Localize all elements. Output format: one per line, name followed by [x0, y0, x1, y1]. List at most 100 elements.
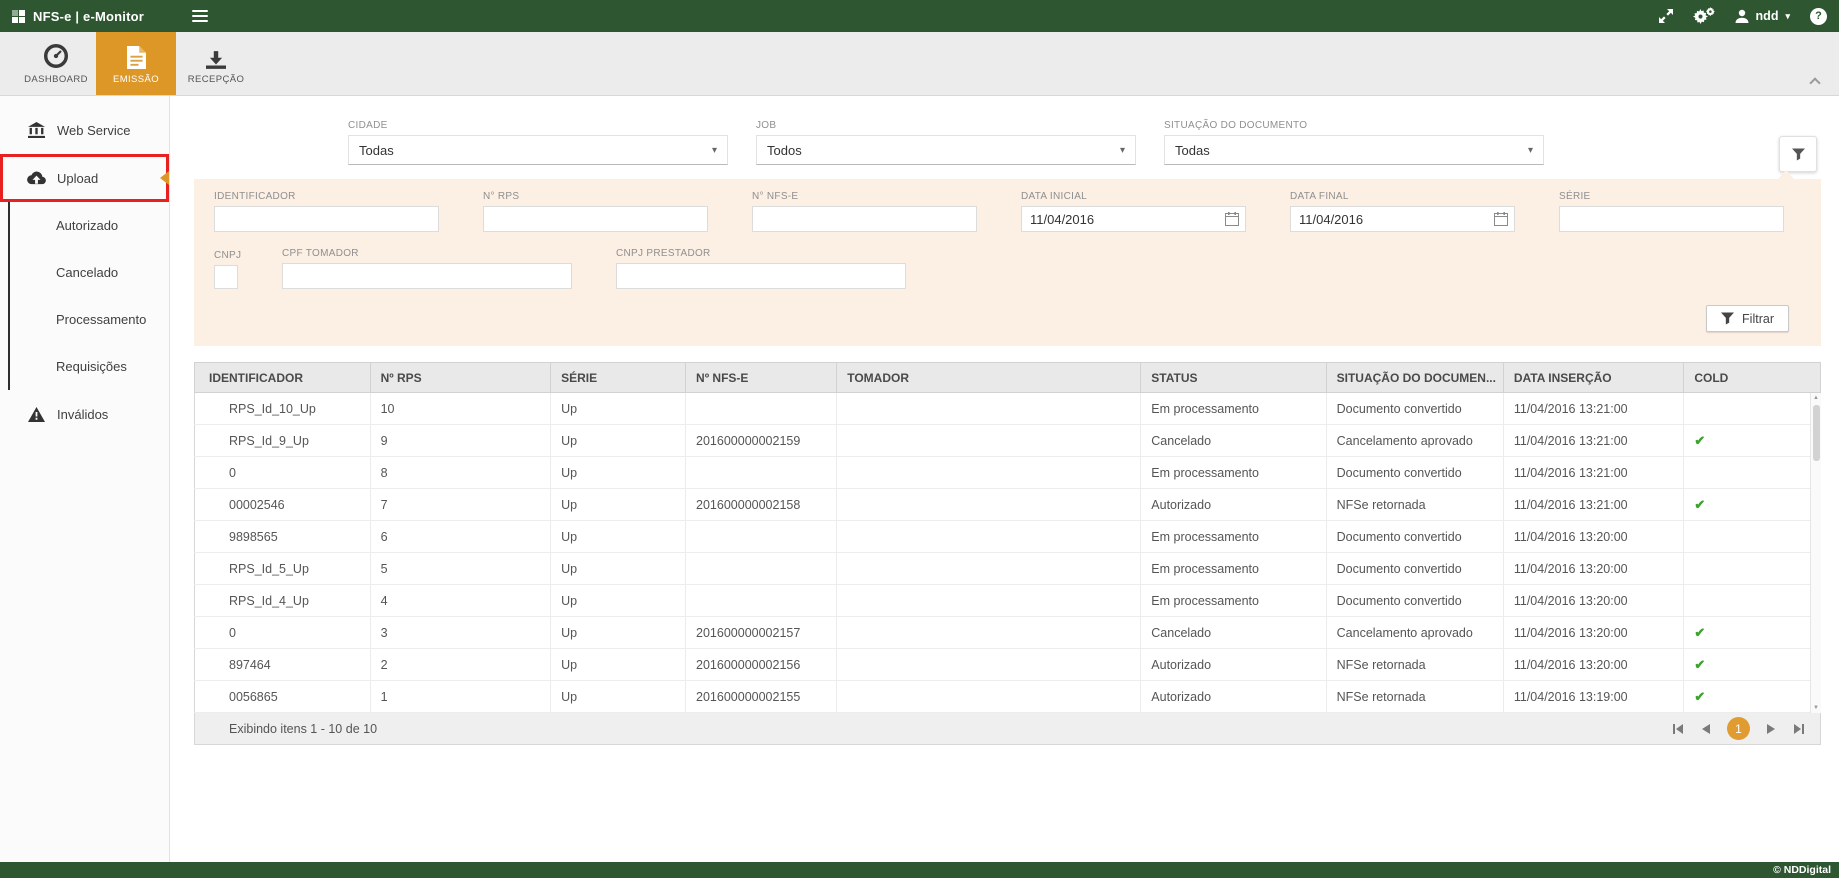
grid-footer: Exibindo itens 1 - 10 de 10 1 — [194, 713, 1821, 745]
data-final-input[interactable] — [1290, 206, 1515, 232]
cell-status: Em processamento — [1141, 521, 1326, 553]
sidebar-item-cancelado[interactable]: Cancelado — [10, 249, 169, 296]
first-page-button[interactable] — [1671, 722, 1685, 736]
help-icon[interactable]: ? — [1810, 8, 1827, 25]
n-nfse-input[interactable] — [752, 206, 977, 232]
job-select[interactable]: Todos ▾ — [756, 135, 1136, 165]
collapse-toolbar-button[interactable] — [1807, 75, 1823, 91]
cell-rps: 7 — [370, 489, 550, 521]
field-label: N° RPS — [483, 191, 708, 202]
app-window: NFS-e | e-Monitor ndd ▾ ? DASHBOARD EMIS… — [0, 0, 1839, 878]
filter-panel-toggle-button[interactable] — [1779, 136, 1817, 172]
reception-download-icon — [206, 43, 226, 69]
sidebar-item-label: Inválidos — [57, 407, 108, 422]
table-row[interactable]: RPS_Id_10_Up10UpEm processamentoDocument… — [195, 393, 1821, 425]
table-scrollbar: ▲ ▼ — [1810, 393, 1821, 713]
prev-page-button[interactable] — [1700, 722, 1712, 736]
settings-gears-icon[interactable] — [1693, 7, 1715, 25]
sidebar-item-processamento[interactable]: Processamento — [10, 296, 169, 343]
cell-situacao: Documento convertido — [1326, 457, 1503, 489]
filtrar-button[interactable]: Filtrar — [1706, 305, 1789, 332]
current-page-indicator[interactable]: 1 — [1727, 717, 1750, 740]
tab-dashboard[interactable]: DASHBOARD — [16, 32, 96, 95]
select-value: Todas — [1175, 143, 1210, 158]
table-row[interactable]: 8974642Up201600000002156AutorizadoNFSe r… — [195, 649, 1821, 681]
table-row[interactable]: RPS_Id_9_Up9Up201600000002159CanceladoCa… — [195, 425, 1821, 457]
col-header-tomador[interactable]: TOMADOR — [837, 363, 1141, 393]
job-field: JOB Todos ▾ — [756, 120, 1136, 165]
sidebar-item-requisicoes[interactable]: Requisições — [10, 343, 169, 390]
col-header-cold[interactable]: COLD — [1684, 363, 1821, 393]
table-row[interactable]: 98985656UpEm processamentoDocumento conv… — [195, 521, 1821, 553]
cell-serie: Up — [551, 553, 686, 585]
cell-rps: 9 — [370, 425, 550, 457]
cell-nfse: 201600000002156 — [686, 649, 837, 681]
data-inicial-input[interactable] — [1021, 206, 1246, 232]
cell-situacao: NFSe retornada — [1326, 649, 1503, 681]
cell-serie: Up — [551, 457, 686, 489]
tab-recepcao[interactable]: RECEPÇÃO — [176, 32, 256, 95]
cell-identificador: 897464 — [195, 649, 371, 681]
sidebar-item-web-service[interactable]: Web Service — [0, 106, 169, 154]
cell-situacao: Documento convertido — [1326, 553, 1503, 585]
scrollbar-thumb[interactable] — [1813, 405, 1820, 461]
emission-document-icon — [127, 43, 146, 69]
col-header-situacao[interactable]: SITUAÇÃO DO DOCUMEN... — [1326, 363, 1503, 393]
cnpj-checkbox[interactable] — [214, 265, 238, 289]
cell-rps: 6 — [370, 521, 550, 553]
sidebar-item-upload[interactable]: Upload — [0, 154, 169, 202]
cell-serie: Up — [551, 617, 686, 649]
cell-identificador: RPS_Id_10_Up — [195, 393, 371, 425]
field-label: SÉRIE — [1559, 191, 1784, 202]
tab-emissao[interactable]: EMISSÃO — [96, 32, 176, 95]
cidade-select[interactable]: Todas ▾ — [348, 135, 728, 165]
sidebar-item-invalidos[interactable]: Inválidos — [0, 390, 169, 438]
cell-nfse — [686, 457, 837, 489]
cell-data_insercao: 11/04/2016 13:20:00 — [1503, 553, 1683, 585]
col-header-status[interactable]: STATUS — [1141, 363, 1326, 393]
cell-cold: ✔ — [1684, 649, 1821, 681]
cell-cold: ✔ — [1684, 681, 1821, 713]
calendar-icon[interactable] — [1225, 212, 1239, 226]
sidebar-item-label: Web Service — [57, 123, 130, 138]
serie-input[interactable] — [1559, 206, 1784, 232]
sidebar-item-autorizado[interactable]: Autorizado — [10, 202, 169, 249]
table-row[interactable]: 03Up201600000002157CanceladoCancelamento… — [195, 617, 1821, 649]
situacao-documento-field: SITUAÇÃO DO DOCUMENTO Todas ▾ — [1164, 120, 1544, 165]
next-page-button[interactable] — [1765, 722, 1777, 736]
scroll-up-arrow[interactable]: ▲ — [1813, 393, 1819, 403]
table-row[interactable]: 000025467Up201600000002158AutorizadoNFSe… — [195, 489, 1821, 521]
situacao-documento-select[interactable]: Todas ▾ — [1164, 135, 1544, 165]
cell-cold — [1684, 585, 1821, 617]
fullscreen-icon[interactable] — [1659, 9, 1673, 23]
topbar-actions: ndd ▾ ? — [1659, 7, 1827, 25]
cnpj-prestador-input[interactable] — [616, 263, 906, 289]
scroll-down-arrow[interactable]: ▼ — [1813, 703, 1819, 713]
cpf-tomador-input[interactable] — [282, 263, 572, 289]
user-menu[interactable]: ndd ▾ — [1735, 9, 1790, 23]
app-title: NFS-e | e-Monitor — [33, 9, 144, 24]
cell-rps: 10 — [370, 393, 550, 425]
cell-status: Em processamento — [1141, 585, 1326, 617]
table-header-row: IDENTIFICADOR Nº RPS SÉRIE Nº NFS-E TOMA… — [195, 363, 1821, 393]
table-row[interactable]: RPS_Id_5_Up5UpEm processamentoDocumento … — [195, 553, 1821, 585]
table-row[interactable]: RPS_Id_4_Up4UpEm processamentoDocumento … — [195, 585, 1821, 617]
check-icon: ✔ — [1694, 433, 1705, 448]
cell-tomador — [837, 425, 1141, 457]
last-page-button[interactable] — [1792, 722, 1806, 736]
col-header-rps[interactable]: Nº RPS — [370, 363, 550, 393]
table-row[interactable]: 08UpEm processamentoDocumento convertido… — [195, 457, 1821, 489]
cell-situacao: NFSe retornada — [1326, 489, 1503, 521]
col-header-data-insercao[interactable]: DATA INSERÇÃO — [1503, 363, 1683, 393]
identificador-input[interactable] — [214, 206, 439, 232]
table-row[interactable]: 00568651Up201600000002155AutorizadoNFSe … — [195, 681, 1821, 713]
col-header-serie[interactable]: SÉRIE — [551, 363, 686, 393]
menu-icon[interactable] — [192, 7, 208, 25]
calendar-icon[interactable] — [1494, 212, 1508, 226]
cell-tomador — [837, 585, 1141, 617]
col-header-nfse[interactable]: Nº NFS-E — [686, 363, 837, 393]
col-header-identificador[interactable]: IDENTIFICADOR — [195, 363, 371, 393]
cpf-tomador-field: CPF TOMADOR — [282, 248, 572, 289]
filter-row-1: IDENTIFICADOR N° RPS N° NFS-E DATA INICI… — [214, 191, 1793, 232]
n-rps-input[interactable] — [483, 206, 708, 232]
